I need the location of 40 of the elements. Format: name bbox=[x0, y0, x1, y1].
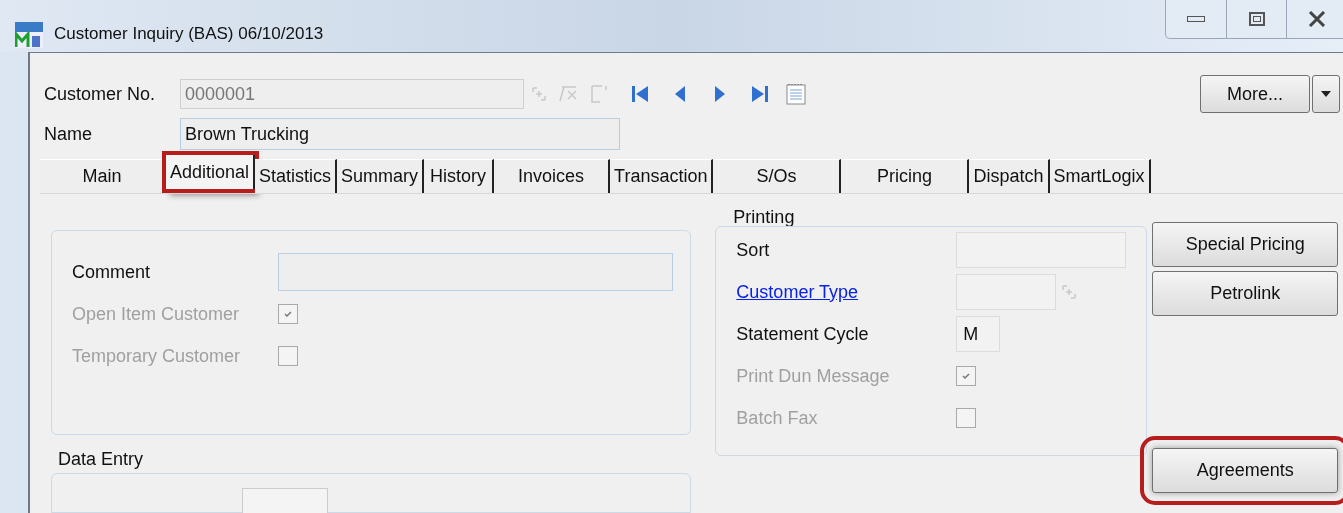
first-record-icon[interactable] bbox=[630, 83, 650, 105]
statement-cycle-field[interactable]: M bbox=[956, 316, 1001, 352]
app-logo-icon bbox=[15, 22, 43, 48]
window-title: Customer Inquiry (BAS) 06/10/2013 bbox=[54, 23, 324, 45]
comment-field[interactable] bbox=[278, 253, 673, 291]
checkmark-icon bbox=[961, 371, 972, 381]
tab[interactable]: Statistics bbox=[255, 159, 338, 193]
action-button[interactable]: Petrolink bbox=[1152, 271, 1339, 316]
customer-type-link[interactable]: Customer Type bbox=[736, 278, 957, 306]
tab[interactable]: Summary bbox=[337, 159, 425, 193]
field-label: Sort bbox=[736, 238, 771, 262]
field-label: Comment bbox=[72, 260, 152, 284]
caret-icon bbox=[1321, 91, 1331, 97]
last-record-icon[interactable] bbox=[750, 83, 770, 105]
action-button[interactable]: Special Pricing bbox=[1152, 222, 1339, 267]
group-title: Data Entry bbox=[58, 448, 145, 471]
more-button[interactable]: More... bbox=[1200, 75, 1310, 113]
tab[interactable]: SmartLogix bbox=[1049, 159, 1151, 193]
group-title: Printing bbox=[733, 206, 796, 226]
field-label: Customer No. bbox=[44, 82, 157, 106]
field-label: Statement Cycle bbox=[736, 322, 870, 346]
tab[interactable]: Transaction bbox=[610, 159, 714, 193]
notepad-icon[interactable] bbox=[786, 83, 806, 105]
tab[interactable]: History bbox=[424, 159, 495, 193]
lookup-icon bbox=[1060, 283, 1079, 301]
field-label: Name bbox=[44, 122, 93, 146]
tab[interactable]: S/Os bbox=[713, 159, 842, 193]
field-label: Batch Fax bbox=[736, 406, 819, 430]
dropdown-button[interactable] bbox=[1312, 75, 1340, 113]
input-field[interactable] bbox=[242, 488, 328, 513]
checkmark-icon bbox=[283, 309, 293, 319]
field-label: Print Dun Message bbox=[736, 364, 891, 388]
name-field[interactable]: Brown Trucking bbox=[180, 118, 620, 150]
tab[interactable]: Pricing bbox=[841, 159, 970, 193]
lookup-icon bbox=[530, 85, 548, 103]
lookup-icon bbox=[558, 85, 580, 103]
tab[interactable]: Invoices bbox=[494, 159, 611, 193]
field-label: Temporary Customer bbox=[72, 344, 242, 368]
tab[interactable]: Dispatch bbox=[969, 159, 1050, 193]
field-label: Open Item Customer bbox=[72, 302, 241, 326]
